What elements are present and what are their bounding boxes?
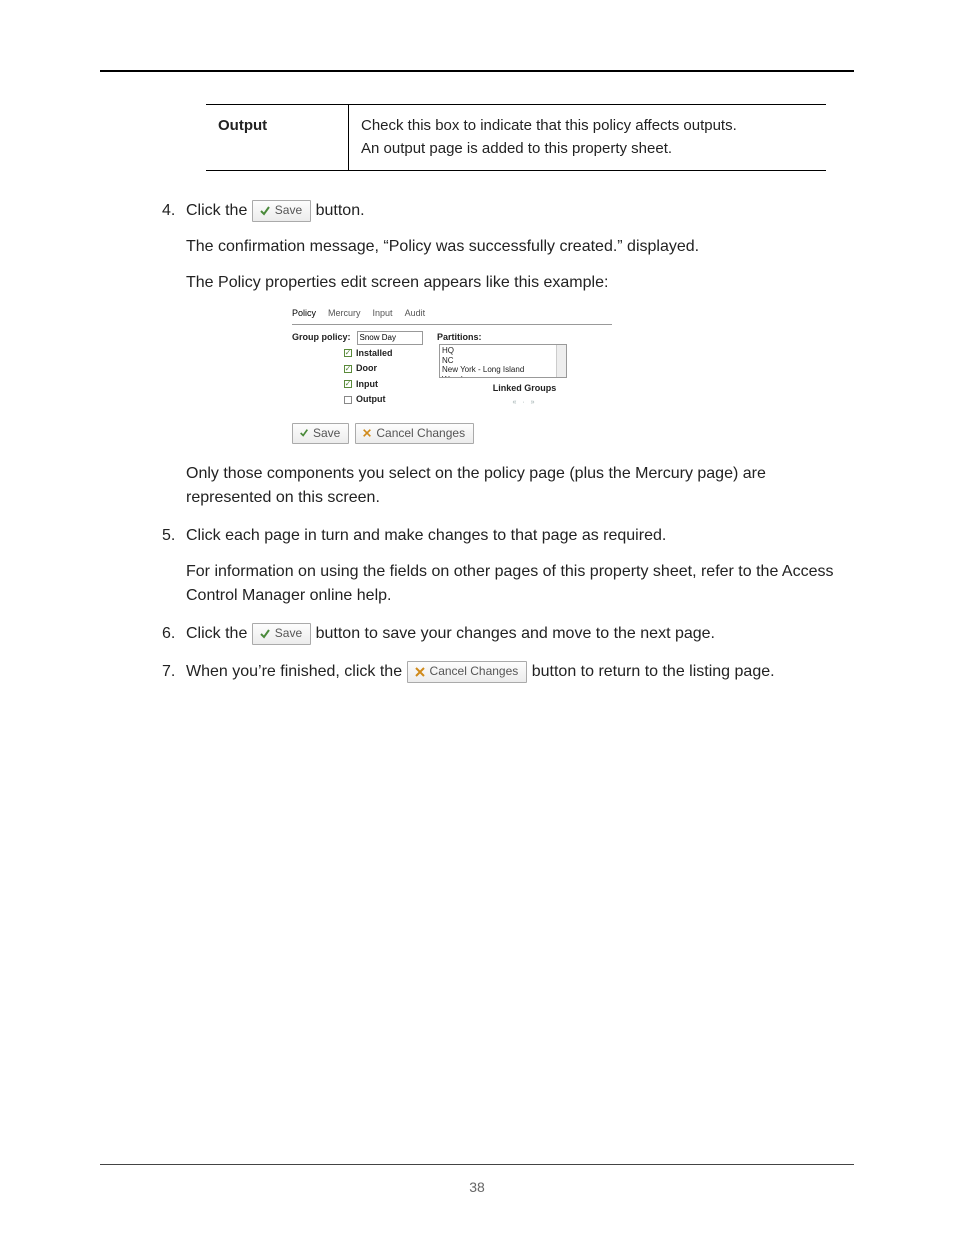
checkbox-door-label: Door: [356, 362, 377, 376]
page-number: 38: [0, 1179, 954, 1195]
header-rule: [100, 70, 854, 72]
checkbox-input[interactable]: ✓: [344, 380, 352, 388]
cancel-button-label: Cancel Changes: [376, 426, 465, 442]
step-6-number: 6.: [162, 622, 175, 646]
definition-table: Output Check this box to indicate that t…: [206, 104, 826, 171]
step-4: 4. Click the Save button. The confirmati…: [100, 199, 854, 510]
main-content: Output Check this box to indicate that t…: [100, 104, 854, 684]
checkbox-installed[interactable]: ✓: [344, 349, 352, 357]
save-button-label: Save: [275, 626, 302, 642]
partitions-listbox[interactable]: HQ NC New York - Long Island Warehouse: [439, 344, 567, 378]
partition-item[interactable]: HQ: [442, 346, 454, 355]
partition-item[interactable]: New York - Long Island Warehouse: [442, 365, 524, 378]
checkbox-output[interactable]: ✓: [344, 396, 352, 404]
cancel-button-label: Cancel Changes: [430, 664, 519, 680]
pager[interactable]: « · »: [437, 398, 612, 409]
checkbox-output-label: Output: [356, 393, 386, 407]
save-button[interactable]: Save: [292, 423, 349, 445]
def-label: Output: [206, 105, 349, 171]
linked-groups-label: Linked Groups: [437, 382, 612, 396]
footer-rule: [100, 1164, 854, 1165]
step-4-p3: The Policy properties edit screen appear…: [186, 271, 854, 295]
partition-item[interactable]: NC: [442, 356, 454, 365]
step-5: 5. Click each page in turn and make chan…: [100, 524, 854, 608]
step-4-p4: Only those components you select on the …: [186, 462, 854, 510]
save-button[interactable]: Save: [252, 200, 311, 222]
step-7-prefix: When you’re finished, click the: [186, 663, 407, 680]
step-4-suffix: button.: [316, 202, 365, 219]
tab-input[interactable]: Input: [373, 307, 393, 321]
group-policy-label: Group policy:: [292, 331, 351, 345]
checkbox-installed-label: Installed: [356, 347, 393, 361]
checkmark-icon: [259, 628, 271, 640]
tab-policy[interactable]: Policy: [292, 307, 316, 321]
step-4-p2: The confirmation message, “Policy was su…: [186, 235, 854, 259]
checkmark-icon: [299, 428, 309, 438]
mock-left-column: Group policy: ✓ Installed ✓ Door: [292, 331, 427, 409]
step-6-suffix: button to save your changes and move to …: [316, 625, 715, 642]
mock-right-column: Partitions: HQ NC New York - Long Island…: [437, 331, 612, 409]
group-policy-input[interactable]: [357, 331, 423, 345]
policy-edit-screenshot: Policy Mercury Input Audit Group policy:: [292, 307, 612, 444]
save-button[interactable]: Save: [252, 623, 311, 645]
step-4-prefix: Click the: [186, 202, 252, 219]
step-5-number: 5.: [162, 524, 175, 548]
step-7-number: 7.: [162, 660, 175, 684]
step-5-p2: For information on using the fields on o…: [186, 560, 854, 608]
step-5-p1: Click each page in turn and make changes…: [186, 524, 854, 548]
checkmark-icon: [259, 205, 271, 217]
cancel-icon: [414, 666, 426, 678]
step-6-prefix: Click the: [186, 625, 252, 642]
save-button-label: Save: [313, 426, 340, 442]
mock-tabs: Policy Mercury Input Audit: [292, 307, 612, 325]
cancel-icon: [362, 428, 372, 438]
def-desc-line1: Check this box to indicate that this pol…: [361, 117, 737, 134]
save-button-label: Save: [275, 203, 302, 219]
scrollbar[interactable]: [556, 345, 566, 377]
def-desc: Check this box to indicate that this pol…: [349, 105, 827, 171]
tab-mercury[interactable]: Mercury: [328, 307, 361, 321]
step-7-suffix: button to return to the listing page.: [532, 663, 775, 680]
cancel-button[interactable]: Cancel Changes: [355, 423, 474, 445]
checkbox-input-label: Input: [356, 378, 378, 392]
def-desc-line2: An output page is added to this property…: [361, 140, 672, 157]
step-4-number: 4.: [162, 199, 175, 223]
cancel-button[interactable]: Cancel Changes: [407, 661, 528, 683]
tab-audit[interactable]: Audit: [405, 307, 426, 321]
step-6: 6. Click the Save button to save your ch…: [100, 622, 854, 646]
partitions-label: Partitions:: [437, 331, 482, 345]
step-7: 7. When you’re finished, click the Cance…: [100, 660, 854, 684]
checkbox-door[interactable]: ✓: [344, 365, 352, 373]
